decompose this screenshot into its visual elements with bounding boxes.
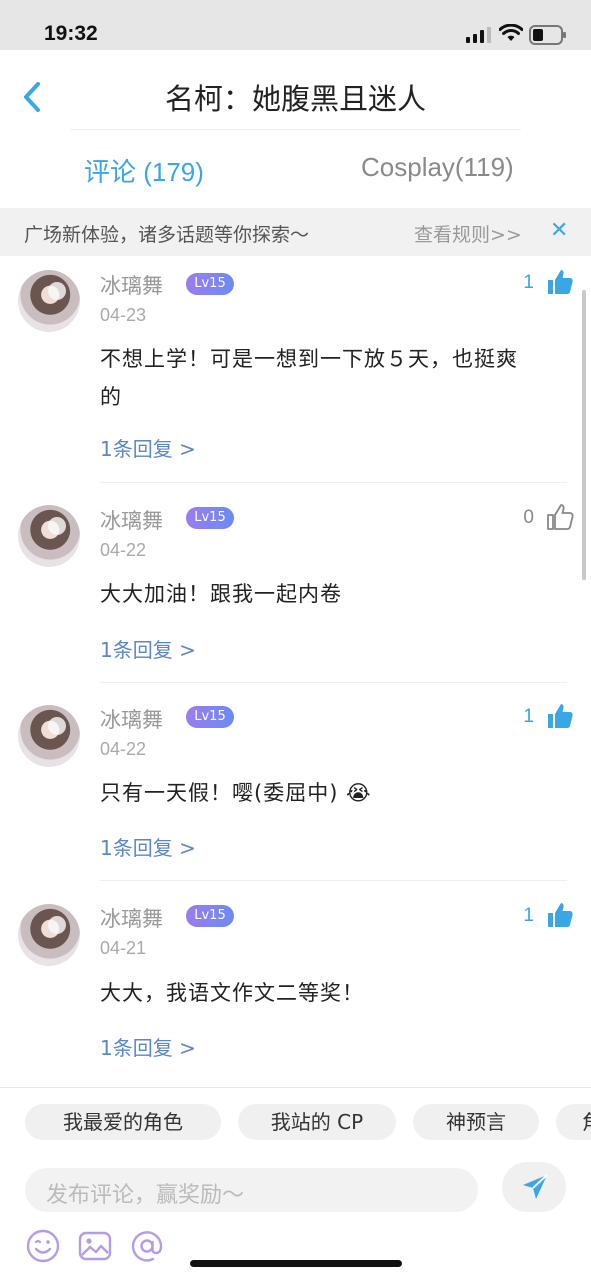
like-count: 1	[523, 706, 534, 727]
wifi-icon	[499, 24, 523, 41]
avatar[interactable]	[18, 270, 80, 332]
signal-icon	[466, 27, 491, 43]
level-badge: Lv15	[186, 273, 234, 295]
avatar[interactable]	[18, 705, 80, 767]
emoji-icon[interactable]	[25, 1228, 61, 1264]
avatar[interactable]	[18, 904, 80, 966]
replies-link[interactable]: 1条回复 >	[100, 433, 196, 462]
level-badge: Lv15	[186, 507, 234, 529]
comment-text: 大大，我语文作文二等奖！	[100, 974, 570, 1012]
thumbs-up-icon[interactable]	[546, 901, 574, 929]
thumbs-up-outline-icon[interactable]	[546, 503, 574, 531]
divider	[100, 682, 567, 683]
home-indicator[interactable]	[190, 1260, 402, 1267]
username[interactable]: 冰璃舞	[100, 270, 163, 300]
mention-icon[interactable]	[129, 1228, 165, 1264]
comment-text: 大大加油！跟我一起内卷	[100, 575, 570, 613]
comment-date: 04-22	[100, 739, 147, 759]
send-icon	[523, 1174, 548, 1199]
view-rules-link[interactable]: 查看规则>>	[414, 220, 522, 247]
comment-date: 04-23	[100, 305, 147, 325]
comment-text-line: 大大加油！跟我一起内卷	[100, 582, 342, 606]
title-divider	[70, 129, 521, 130]
username[interactable]: 冰璃舞	[100, 505, 163, 535]
thumbs-up-icon[interactable]	[546, 268, 574, 296]
topic-chip[interactable]: 神预言	[413, 1104, 539, 1140]
notice-banner: 广场新体验，诸多话题等你探索～ 查看规则>> ✕	[0, 208, 591, 256]
avatar[interactable]	[18, 505, 80, 567]
comment-text-line: 不想上学！可是一想到一下放５天，也挺爽	[100, 347, 518, 371]
like-count: 1	[523, 272, 534, 293]
notice-text: 广场新体验，诸多话题等你探索～	[24, 224, 310, 246]
comment-input-placeholder: 发布评论，赢奖励～	[46, 1183, 245, 1208]
page-title: 名柯：她腹黑且迷人	[164, 82, 426, 116]
image-icon[interactable]	[77, 1228, 113, 1264]
tab-comments[interactable]: 评论 (179)	[84, 152, 204, 189]
divider	[100, 880, 567, 881]
comment-text-line: 的	[100, 385, 122, 409]
status-bar: 19:32	[0, 0, 591, 50]
scrollbar[interactable]	[582, 290, 586, 580]
topic-chip[interactable]: 我最爱的角色	[25, 1104, 221, 1140]
comment-date: 04-21	[100, 938, 147, 958]
send-button[interactable]	[502, 1162, 566, 1212]
close-icon[interactable]: ✕	[550, 218, 568, 243]
level-badge: Lv15	[186, 706, 234, 728]
status-time: 19:32	[44, 22, 98, 45]
topic-chip[interactable]: 我站的 CP	[238, 1104, 396, 1140]
like-count: 0	[523, 507, 534, 528]
level-badge: Lv15	[186, 905, 234, 927]
replies-link[interactable]: 1条回复 >	[100, 832, 196, 861]
username[interactable]: 冰璃舞	[100, 903, 163, 933]
battery-icon	[529, 25, 566, 45]
divider	[100, 482, 567, 483]
comment-text: 不想上学！可是一想到一下放５天，也挺爽 的	[100, 340, 570, 416]
comment-date: 04-22	[100, 540, 147, 560]
topic-chip[interactable]: 角	[556, 1104, 591, 1140]
comment-text-line: 只有一天假！嘤(委屈中) 😭	[100, 781, 372, 805]
replies-link[interactable]: 1条回复 >	[100, 1032, 196, 1061]
replies-link[interactable]: 1条回复 >	[100, 634, 196, 663]
tab-cosplay[interactable]: Cosplay(119)	[361, 152, 514, 183]
username[interactable]: 冰璃舞	[100, 704, 163, 734]
comment-text-line: 大大，我语文作文二等奖！	[100, 981, 364, 1005]
thumbs-up-icon[interactable]	[546, 702, 574, 730]
comment-text: 只有一天假！嘤(委屈中) 😭	[100, 774, 570, 812]
like-count: 1	[523, 905, 534, 926]
